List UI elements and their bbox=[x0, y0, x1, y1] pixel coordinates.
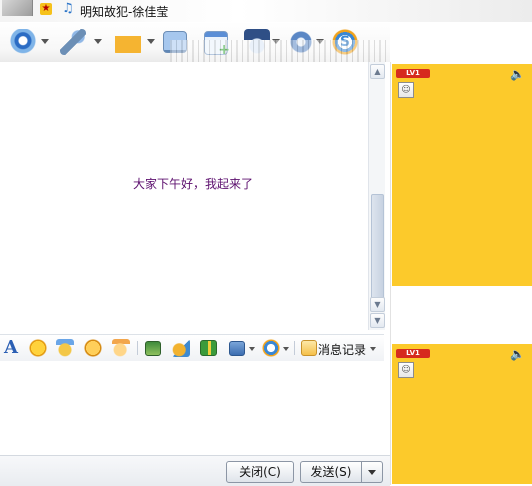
gift-icon[interactable] bbox=[200, 340, 217, 356]
chat-toolbar: S bbox=[0, 22, 390, 62]
history-icon[interactable] bbox=[301, 340, 317, 356]
song-title[interactable]: 明知故犯-徐佳莹 bbox=[80, 3, 168, 20]
close-button[interactable]: 关闭(C) bbox=[226, 461, 294, 483]
image-icon[interactable] bbox=[145, 341, 161, 356]
level-badge: LV1 bbox=[396, 69, 430, 78]
chevron-down-icon[interactable] bbox=[41, 39, 49, 44]
chevron-down-icon[interactable] bbox=[316, 39, 324, 44]
chevron-down-icon[interactable] bbox=[370, 347, 376, 351]
bottom-bar: 关闭(C) 发送(S) bbox=[0, 455, 390, 486]
avatar-thumbnail[interactable] bbox=[2, 0, 33, 16]
scroll-up-icon[interactable]: ▲ bbox=[370, 64, 385, 79]
star-badge-icon: ★ bbox=[40, 3, 52, 15]
message-scrollbar[interactable]: ▲ ▼ ▼ bbox=[368, 62, 385, 330]
shake-icon[interactable] bbox=[112, 339, 130, 357]
title-bar: ★ ♫ 明知故犯-徐佳莹 bbox=[0, 0, 532, 22]
message-display[interactable]: 大家下午好，我起来了 bbox=[0, 62, 368, 330]
note-add-icon[interactable] bbox=[204, 31, 230, 58]
chevron-down-icon[interactable] bbox=[283, 347, 289, 351]
emoticon-icon[interactable] bbox=[29, 339, 47, 357]
font-icon[interactable]: A bbox=[2, 339, 20, 357]
music-note-icon[interactable]: ♫ bbox=[62, 2, 76, 16]
level-badge: LV1 bbox=[396, 349, 430, 358]
scrollbar-thumb[interactable] bbox=[371, 194, 384, 300]
folder-icon[interactable] bbox=[115, 29, 141, 55]
toolbar-divider bbox=[137, 341, 138, 355]
user-icon[interactable]: ☺ bbox=[398, 362, 414, 378]
wink-face-icon[interactable] bbox=[84, 339, 102, 357]
contact-show-panel[interactable]: LV1 🔈 ☺ bbox=[392, 64, 532, 286]
webcam-icon[interactable] bbox=[10, 29, 36, 55]
soso-s-icon[interactable]: S bbox=[332, 29, 358, 55]
gear-icon[interactable] bbox=[288, 29, 314, 55]
speaker-icon[interactable]: 🔈 bbox=[510, 67, 526, 81]
chevron-down-icon[interactable] bbox=[272, 39, 280, 44]
screen-capture-icon[interactable] bbox=[229, 341, 245, 356]
send-button[interactable]: 发送(S) bbox=[300, 461, 362, 483]
speaker-icon[interactable]: 🔈 bbox=[510, 347, 526, 361]
soso-icon[interactable] bbox=[262, 339, 280, 357]
toolbar-divider bbox=[294, 341, 295, 355]
chevron-down-icon[interactable] bbox=[94, 39, 102, 44]
self-show-panel[interactable]: LV1 🔈 ☺ bbox=[392, 344, 532, 484]
microphone-icon[interactable] bbox=[60, 29, 86, 55]
message-input[interactable] bbox=[0, 361, 384, 455]
magic-face-icon[interactable] bbox=[56, 339, 74, 357]
screen-icon[interactable] bbox=[163, 31, 187, 53]
message-history-label[interactable]: 消息记录 bbox=[318, 341, 366, 358]
screenshot-icon[interactable] bbox=[172, 339, 190, 357]
format-toolbar: A 消息记录 bbox=[0, 334, 384, 362]
police-icon[interactable] bbox=[244, 29, 270, 55]
scroll-down-icon[interactable]: ▼ bbox=[370, 297, 385, 312]
chat-message: 大家下午好，我起来了 bbox=[133, 177, 254, 191]
chevron-down-icon[interactable] bbox=[249, 347, 255, 351]
scroll-down-icon[interactable]: ▼ bbox=[370, 313, 385, 328]
chevron-down-icon[interactable] bbox=[147, 39, 155, 44]
user-icon[interactable]: ☺ bbox=[398, 82, 414, 98]
send-options-button[interactable] bbox=[361, 461, 383, 483]
